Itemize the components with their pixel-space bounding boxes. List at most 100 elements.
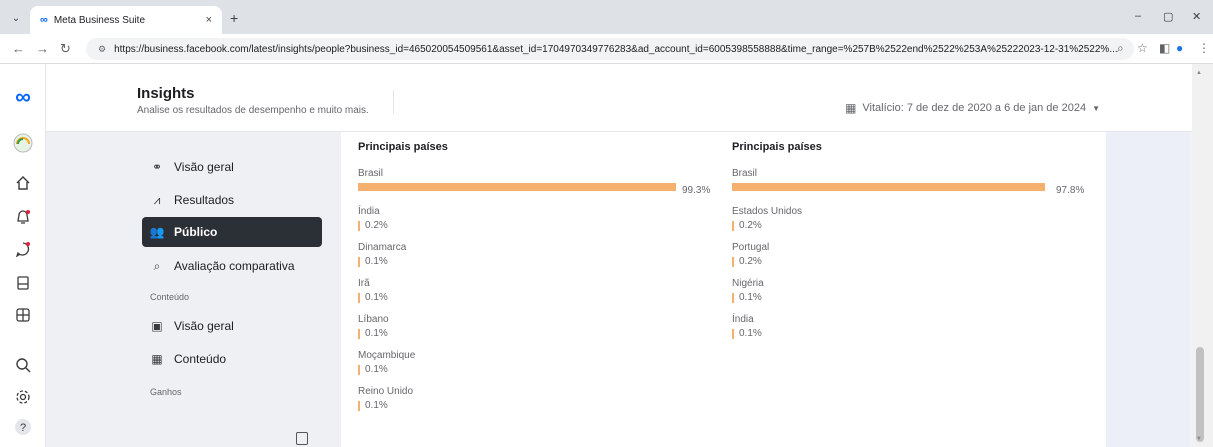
country-percent: 0.1% — [365, 256, 388, 267]
subnav-label: Conteúdo — [174, 352, 227, 366]
search-svg — [16, 358, 31, 373]
country-bar-row: 99.3% — [358, 183, 722, 196]
subnav-item-conteudo-visao-geral[interactable]: ▣ Visão geral — [142, 311, 322, 341]
help-icon[interactable]: ? — [11, 416, 35, 438]
subnav-section-conteudo: Conteúdo — [150, 292, 190, 302]
country-bar — [732, 328, 734, 339]
url-text: https://business.facebook.com/latest/ins… — [114, 43, 1118, 55]
subnav-item-avaliacao[interactable]: ⌕ Avaliação comparativa — [142, 251, 322, 281]
country-percent: 0.2% — [739, 256, 762, 267]
country-bar — [732, 220, 734, 231]
trend-icon: ⩘ — [153, 192, 161, 207]
page-avatar[interactable] — [11, 132, 35, 154]
country-row: Índia 0.2% — [358, 206, 722, 231]
country-row: Estados Unidos 0.2% — [732, 206, 1096, 231]
network-icon: ⚭ — [151, 160, 163, 174]
country-bar — [358, 220, 360, 231]
country-percent: 99.3% — [682, 185, 711, 196]
country-name: Brasil — [732, 168, 758, 179]
menu-kebab-icon[interactable]: ⋮ — [1198, 41, 1210, 55]
scroll-thumb[interactable] — [1196, 347, 1204, 442]
messages-icon[interactable] — [11, 238, 35, 260]
country-name: Estados Unidos — [732, 206, 803, 217]
back-arrow-icon[interactable]: ← — [12, 41, 25, 56]
page-subtitle: Analise os resultados de desempenho e mu… — [137, 105, 369, 116]
country-row: Reino Unido 0.1% — [358, 386, 722, 411]
zoom-icon[interactable]: ⌕ — [1117, 41, 1124, 56]
country-row: Brasil 99.3% — [358, 168, 722, 196]
country-row: Brasil 97.8% — [732, 168, 1096, 196]
country-bar — [358, 256, 360, 267]
country-name: Índia — [358, 206, 380, 217]
svg-text:?: ? — [20, 422, 26, 434]
collapse-sidebar-icon[interactable] — [296, 432, 308, 445]
people-icon: 👥 — [149, 225, 165, 239]
reload-icon[interactable]: ↻ — [60, 41, 71, 57]
subnav-item-resultados[interactable]: ⩘ Resultados — [142, 185, 322, 215]
bookmark-star-icon[interactable]: ☆ — [1137, 41, 1148, 55]
country-bar-row: 0.1% — [358, 400, 722, 411]
subnav-item-conteudo[interactable]: ▦ Conteúdo — [142, 344, 322, 374]
country-row: Dinamarca 0.1% — [358, 242, 722, 267]
avatar-icon — [13, 133, 33, 153]
country-name: Líbano — [358, 314, 389, 325]
right-gutter — [1106, 132, 1190, 447]
grid-svg — [16, 308, 30, 322]
country-name: Reino Unido — [358, 386, 414, 397]
side-panel-icon[interactable]: ◧ — [1159, 41, 1170, 55]
country-bar-row: 0.1% — [732, 328, 1096, 339]
tab-search-icon[interactable]: ⌄ — [6, 8, 26, 28]
search-icon[interactable] — [11, 354, 35, 376]
ads-grid-icon[interactable] — [11, 304, 35, 326]
country-bar-row: 0.2% — [732, 220, 1096, 231]
panel-title: Principais países — [732, 141, 822, 153]
app-rail: ∞ ? — [0, 64, 46, 447]
scroll-down-icon[interactable]: ▼ — [1196, 436, 1202, 442]
tab-close-icon[interactable]: × — [206, 14, 212, 26]
posts-icon[interactable] — [11, 272, 35, 294]
browser-tab[interactable]: ∞ Meta Business Suite × — [30, 6, 222, 34]
country-bar — [358, 364, 360, 375]
url-field[interactable]: ⚙ https://business.facebook.com/latest/i… — [86, 38, 1134, 60]
country-row: Moçambique 0.1% — [358, 350, 722, 375]
maximize-button[interactable]: ▢ — [1163, 10, 1173, 23]
country-bar-row: 0.2% — [358, 220, 722, 231]
country-bar-row: 0.1% — [358, 364, 722, 375]
country-row: Portugal 0.2% — [732, 242, 1096, 267]
meta-logo-icon[interactable]: ∞ — [11, 84, 35, 109]
country-bar-row: 0.1% — [358, 292, 722, 303]
site-info-icon[interactable]: ⚙ — [98, 44, 106, 55]
page-scrollbar[interactable]: ▲ ▼ — [1192, 64, 1213, 447]
close-window-button[interactable]: ✕ — [1192, 10, 1201, 23]
subnav-item-publico[interactable]: 👥 Público — [142, 217, 322, 247]
country-bar — [358, 400, 360, 411]
country-percent: 0.1% — [365, 400, 388, 411]
new-tab-button[interactable]: + — [230, 10, 238, 26]
subnav-label: Público — [174, 225, 218, 239]
settings-gear-icon[interactable] — [11, 386, 35, 408]
subnav-item-visao-geral[interactable]: ⚭ Visão geral — [142, 152, 322, 182]
country-name: Dinamarca — [358, 242, 407, 253]
insights-header: Insights Analise os resultados de desemp… — [46, 64, 1196, 132]
chat-svg — [15, 242, 30, 257]
country-bar-row: 0.1% — [358, 328, 722, 339]
country-row: Nigéria 0.1% — [732, 278, 1096, 303]
notifications-icon[interactable] — [11, 206, 35, 228]
country-row: Líbano 0.1% — [358, 314, 722, 339]
country-percent: 0.1% — [365, 364, 388, 375]
home-icon[interactable] — [11, 172, 35, 194]
country-bar-row: 97.8% — [732, 183, 1096, 196]
scroll-up-icon[interactable]: ▲ — [1196, 70, 1202, 76]
country-bar-row: 0.1% — [732, 292, 1096, 303]
minimize-button[interactable]: – — [1135, 10, 1141, 22]
forward-arrow-icon[interactable]: → — [36, 41, 49, 56]
audience-content: Principais países Brasil 99.3% Índia 0.2% Di… — [341, 132, 1106, 447]
content-overview-icon: ▣ — [151, 319, 163, 333]
country-name: Irã — [358, 278, 370, 289]
date-range-selector[interactable]: ▦ Vitalício: 7 de dez de 2020 a 6 de jan… — [845, 101, 1100, 115]
insights-subnav: ⚭ Visão geral ⩘ Resultados 👥 Público ⌕ A… — [46, 132, 341, 447]
profile-icon[interactable]: ● — [1176, 41, 1183, 55]
country-name: Nigéria — [732, 278, 764, 289]
browser-tab-bar: ⌄ ∞ Meta Business Suite × + – ▢ ✕ — [0, 0, 1213, 34]
country-row: Índia 0.1% — [732, 314, 1096, 339]
